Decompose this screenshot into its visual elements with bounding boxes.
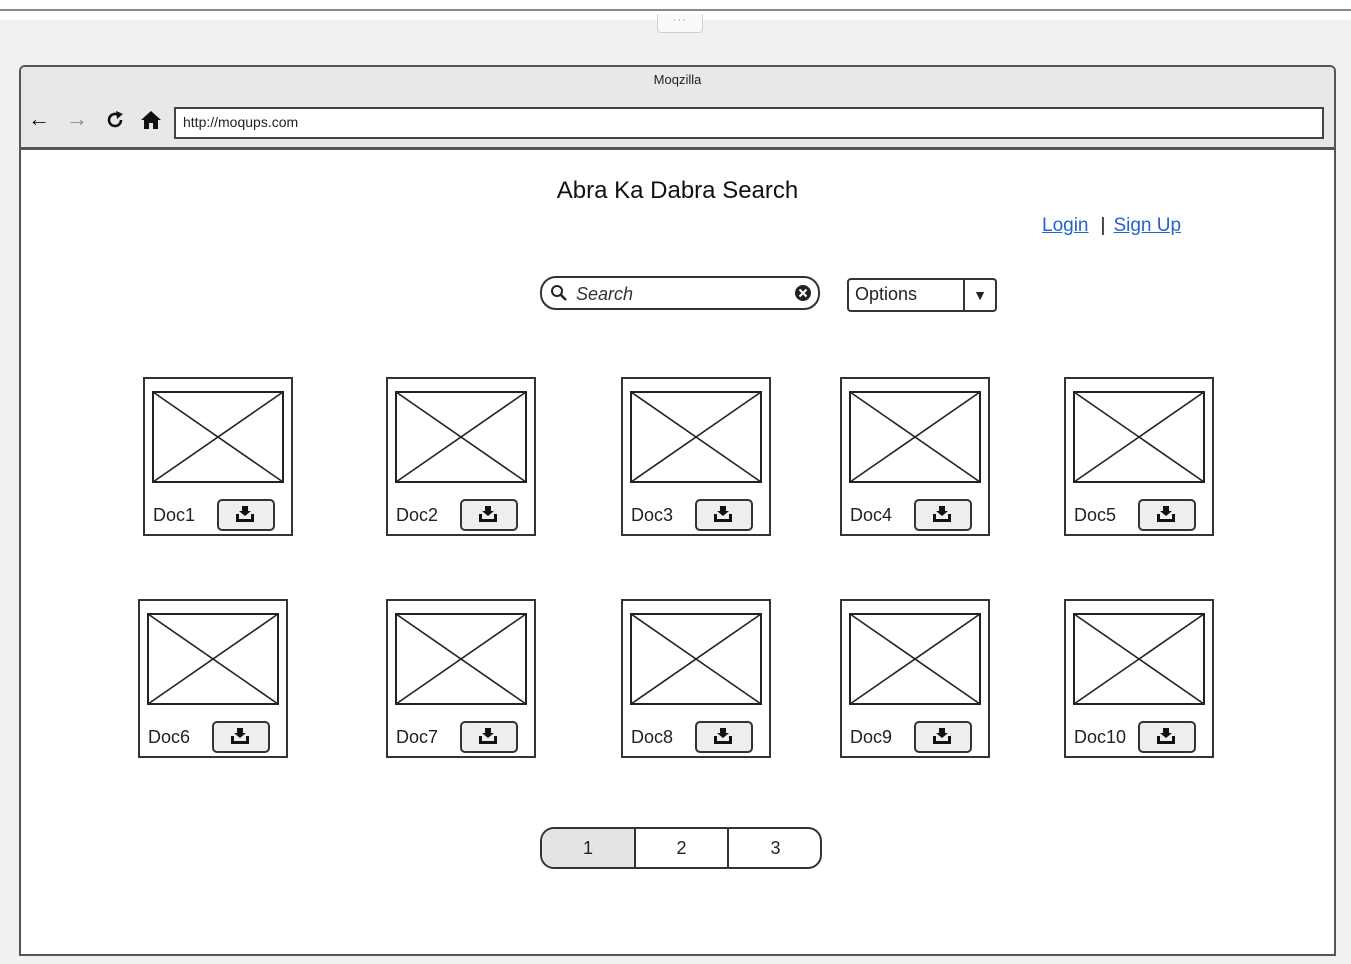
- download-button[interactable]: [914, 499, 972, 531]
- doc-card[interactable]: Doc4: [840, 377, 990, 536]
- doc-card[interactable]: Doc8: [621, 599, 771, 758]
- doc-card[interactable]: Doc10: [1064, 599, 1214, 758]
- clear-icon[interactable]: [794, 284, 812, 302]
- refresh-icon[interactable]: [102, 107, 128, 131]
- image-placeholder-icon: [395, 613, 527, 705]
- doc-card[interactable]: Doc9: [840, 599, 990, 758]
- search-icon: [551, 285, 567, 301]
- top-divider: [0, 9, 1351, 11]
- download-button[interactable]: [217, 499, 275, 531]
- image-placeholder-icon: [630, 613, 762, 705]
- download-icon: [479, 506, 497, 522]
- download-icon: [236, 506, 254, 522]
- image-placeholder-icon: [1073, 391, 1205, 483]
- browser-window: Moqzilla ← → http://moqups.com Abra Ka D…: [19, 65, 1336, 956]
- pagination: 1 2 3: [540, 827, 822, 869]
- image-placeholder-icon: [1073, 613, 1205, 705]
- download-button[interactable]: [695, 499, 753, 531]
- image-placeholder-icon: [849, 391, 981, 483]
- download-button[interactable]: [1138, 721, 1196, 753]
- doc-card[interactable]: Doc7: [386, 599, 536, 758]
- image-placeholder-icon: [395, 391, 527, 483]
- download-button[interactable]: [460, 499, 518, 531]
- image-placeholder-icon: [147, 613, 279, 705]
- doc-card[interactable]: Doc3: [621, 377, 771, 536]
- home-icon[interactable]: [138, 107, 164, 131]
- forward-icon[interactable]: →: [64, 107, 90, 131]
- download-icon: [714, 506, 732, 522]
- auth-separator: |: [1100, 215, 1106, 236]
- download-button[interactable]: [1138, 499, 1196, 531]
- doc-card[interactable]: Doc1: [143, 377, 293, 536]
- download-button[interactable]: [460, 721, 518, 753]
- window-title: Moqzilla: [653, 72, 702, 87]
- page-3-button[interactable]: 3: [727, 829, 820, 867]
- download-icon: [714, 728, 732, 744]
- doc-label: Doc1: [153, 505, 196, 525]
- search-box[interactable]: [540, 276, 820, 310]
- download-icon: [933, 506, 951, 522]
- page-2-button[interactable]: 2: [634, 829, 727, 867]
- auth-links: Login | Sign Up: [1042, 215, 1181, 237]
- doc-card[interactable]: Doc6: [138, 599, 288, 758]
- doc-label: Doc7: [396, 727, 439, 747]
- options-select[interactable]: Options ▼: [847, 278, 997, 312]
- doc-card[interactable]: Doc2: [386, 377, 536, 536]
- download-button[interactable]: [914, 721, 972, 753]
- url-bar[interactable]: http://moqups.com: [174, 107, 1324, 139]
- download-icon: [1157, 728, 1175, 744]
- options-value: Options: [855, 284, 918, 304]
- download-button[interactable]: [695, 721, 753, 753]
- search-input[interactable]: [574, 282, 788, 306]
- page-1-button[interactable]: 1: [542, 829, 634, 867]
- doc-label: Doc9: [850, 727, 893, 747]
- chevron-down-icon[interactable]: ▼: [963, 280, 995, 310]
- download-icon: [1157, 506, 1175, 522]
- download-icon: [479, 728, 497, 744]
- download-icon: [933, 728, 951, 744]
- url-text: http://moqups.com: [183, 114, 299, 130]
- doc-label: Doc8: [631, 727, 674, 747]
- download-button[interactable]: [212, 721, 270, 753]
- download-icon: [231, 728, 249, 744]
- drag-handle[interactable]: ···: [657, 14, 703, 33]
- doc-label: Doc5: [1074, 505, 1117, 525]
- image-placeholder-icon: [630, 391, 762, 483]
- login-link[interactable]: Login: [1042, 215, 1089, 236]
- browser-titlebar: Moqzilla ← → http://moqups.com: [21, 67, 1334, 150]
- signup-link[interactable]: Sign Up: [1113, 215, 1181, 236]
- doc-label: Doc10: [1074, 727, 1127, 747]
- doc-label: Doc4: [850, 505, 893, 525]
- doc-card[interactable]: Doc5: [1064, 377, 1214, 536]
- image-placeholder-icon: [849, 613, 981, 705]
- back-icon[interactable]: ←: [26, 107, 52, 131]
- doc-label: Doc6: [148, 727, 191, 747]
- image-placeholder-icon: [152, 391, 284, 483]
- doc-label: Doc2: [396, 505, 439, 525]
- page-title: Abra Ka Dabra Search: [556, 177, 799, 204]
- doc-label: Doc3: [631, 505, 674, 525]
